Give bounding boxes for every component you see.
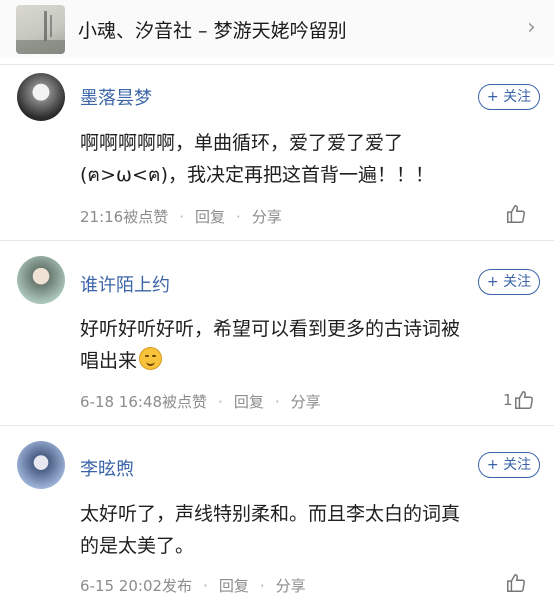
comment-text: 太好听了，声线特别柔和。而且李太白的词真 的是太美了。 <box>80 498 460 562</box>
chevron-right-icon[interactable]: › <box>527 15 536 41</box>
comment-text: 好听好听好听，希望可以看到更多的古诗词被 唱出来 <box>80 313 460 377</box>
thumbs-up-icon <box>507 574 525 592</box>
comment-line: 太好听了，声线特别柔和。而且李太白的词真 <box>80 503 461 525</box>
comment-meta: 6-15 20:02发布 · 回复 · 分享 <box>80 577 306 595</box>
username[interactable]: 谁许陌上约 <box>80 271 170 297</box>
comment-line: 唱出来 <box>80 350 138 372</box>
follow-button[interactable]: + 关注 <box>478 452 540 478</box>
comment-line: (ฅ>ω<ฅ)，我决定再把这首背一遍！！！ <box>80 164 434 186</box>
divider <box>0 64 554 65</box>
smile-emoji-icon <box>139 347 163 370</box>
reply-button[interactable]: 回复 <box>219 577 249 595</box>
comment-line: 的是太美了。 <box>80 535 195 557</box>
avatar[interactable] <box>17 256 65 304</box>
comment-line: 啊啊啊啊啊，单曲循环，爱了爱了爱了 <box>80 132 404 154</box>
share-button[interactable]: 分享 <box>276 577 306 595</box>
avatar[interactable] <box>17 73 65 121</box>
divider <box>0 425 554 426</box>
comment-line: 好听好听好听，希望可以看到更多的古诗词被 <box>80 318 461 340</box>
thumbs-up-icon <box>507 205 525 223</box>
follow-button[interactable]: + 关注 <box>478 269 540 295</box>
share-button[interactable]: 分享 <box>291 393 321 411</box>
album-thumbnail <box>16 5 65 54</box>
song-header[interactable]: 小魂、汐音社 – 梦游天姥吟留别 › <box>0 0 554 58</box>
share-button[interactable]: 分享 <box>252 208 282 226</box>
divider <box>0 240 554 241</box>
username[interactable]: 李昡煦 <box>80 455 134 481</box>
like-button[interactable]: 1 <box>503 389 535 411</box>
like-button[interactable] <box>505 203 527 225</box>
comment-time: 6-18 16:48被点赞 <box>80 393 208 411</box>
thumbs-up-icon <box>514 391 533 409</box>
comment-time: 21:16被点赞 <box>80 208 169 226</box>
comment-meta: 21:16被点赞 · 回复 · 分享 <box>80 208 282 226</box>
avatar[interactable] <box>17 441 65 489</box>
comment-time: 6-15 20:02发布 <box>80 577 193 595</box>
like-count: 1 <box>503 391 513 409</box>
reply-button[interactable]: 回复 <box>234 393 264 411</box>
comment-text: 啊啊啊啊啊，单曲循环，爱了爱了爱了 (ฅ>ω<ฅ)，我决定再把这首背一遍！！！ <box>80 127 434 191</box>
song-title: 小魂、汐音社 – 梦游天姥吟留别 <box>78 20 347 42</box>
like-button[interactable] <box>505 572 527 594</box>
comment-meta: 6-18 16:48被点赞 · 回复 · 分享 <box>80 393 321 411</box>
reply-button[interactable]: 回复 <box>195 208 225 226</box>
username[interactable]: 墨落昙梦 <box>80 84 152 110</box>
follow-button[interactable]: + 关注 <box>478 84 540 110</box>
